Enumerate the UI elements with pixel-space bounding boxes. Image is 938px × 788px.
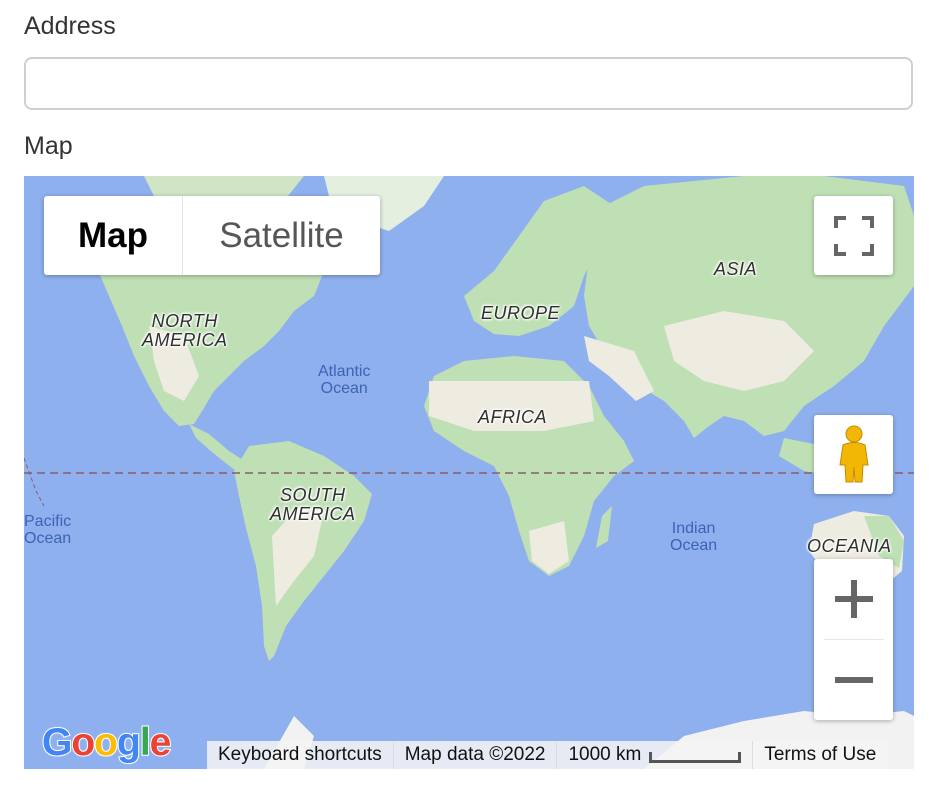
map-data-text: Map data ©2022	[392, 741, 557, 769]
keyboard-shortcuts-link[interactable]: Keyboard shortcuts	[207, 741, 393, 769]
scale-label: 1000 km	[568, 744, 642, 765]
zoom-out-button[interactable]	[814, 640, 893, 720]
label-pacific-ocean: Pacific Ocean	[24, 513, 72, 547]
address-label: Address	[24, 12, 116, 40]
label-europe: EUROPE	[481, 303, 561, 323]
map-type-control: Map Satellite	[44, 196, 380, 275]
label-oceania: OCEANIA	[807, 536, 892, 556]
map-attribution-bar: Keyboard shortcuts Map data ©2022 1000 k…	[207, 741, 888, 769]
label-atlantic-ocean: Atlantic Ocean	[318, 363, 371, 397]
zoom-in-button[interactable]	[814, 559, 893, 639]
fullscreen-button[interactable]	[814, 196, 893, 275]
map-type-satellite-button[interactable]: Satellite	[183, 196, 380, 275]
label-asia: ASIA	[714, 259, 758, 279]
zoom-in-icon	[834, 580, 873, 618]
google-logo[interactable]: Google	[41, 720, 172, 765]
zoom-out-icon	[834, 677, 873, 683]
scale-control[interactable]: 1000 km	[556, 741, 752, 769]
label-north-america: NORTH AMERICA	[142, 311, 228, 350]
label-south-america: SOUTH AMERICA	[270, 485, 356, 524]
zoom-control	[814, 559, 893, 720]
fullscreen-icon	[833, 215, 874, 256]
map-type-map-button[interactable]: Map	[44, 196, 183, 275]
street-view-pegman-button[interactable]	[814, 415, 893, 494]
address-input[interactable]	[24, 57, 913, 110]
label-indian-ocean: Indian Ocean	[670, 520, 718, 554]
pegman-icon	[838, 425, 869, 482]
map-canvas[interactable]: NORTH AMERICA SOUTH AMERICA EUROPE AFRIC…	[24, 176, 914, 769]
label-africa: AFRICA	[478, 407, 548, 427]
scale-bar	[649, 751, 742, 763]
terms-of-use-link[interactable]: Terms of Use	[752, 741, 887, 769]
map-label: Map	[24, 132, 73, 160]
